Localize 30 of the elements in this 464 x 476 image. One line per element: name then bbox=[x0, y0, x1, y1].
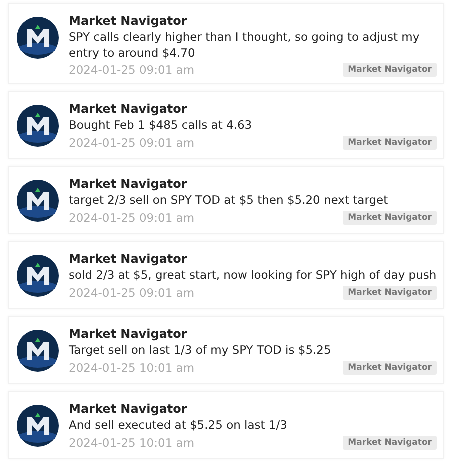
message-text: Target sell on last 1/3 of my SPY TOD is $5.25 bbox=[69, 343, 332, 359]
message-text: And sell executed at $5.25 on last 1/3 bbox=[69, 418, 288, 434]
timestamp: 2024-01-25 09:01 am bbox=[69, 136, 195, 150]
timestamp: 2024-01-25 10:01 am bbox=[69, 436, 195, 450]
author-name: Market Navigator bbox=[69, 177, 188, 192]
logo-icon bbox=[17, 255, 59, 298]
author-tag: Market Navigator bbox=[343, 210, 437, 225]
message-text: target 2/3 sell on SPY TOD at $5 then $5.20 next target bbox=[69, 193, 390, 209]
author-name: Market Navigator bbox=[69, 252, 188, 266]
author-tag: Market Navigator bbox=[343, 63, 437, 78]
author-name: Market Navigator bbox=[69, 14, 188, 28]
timestamp: 2024-01-25 09:01 am bbox=[69, 286, 195, 300]
timestamp: 2024-01-25 10:01 am bbox=[69, 360, 195, 375]
timestamp: 2024-01-25 09:01 am bbox=[69, 210, 195, 225]
logo-icon bbox=[17, 330, 59, 372]
author-name: Market Navigator bbox=[69, 327, 188, 342]
author-name: Market Navigator bbox=[69, 102, 188, 116]
message-text: sold 2/3 at $5, great start, now looking for SPY high of day push bbox=[69, 268, 437, 284]
message-text: SPY calls clearly higher than I thought, so going to adjust my entry to around $4.70 bbox=[69, 30, 421, 62]
logo-icon bbox=[17, 405, 59, 448]
author-tag: Market Navigator bbox=[343, 136, 437, 150]
author-tag: Market Navigator bbox=[343, 360, 437, 375]
author-tag: Market Navigator bbox=[343, 436, 437, 450]
timestamp: 2024-01-25 09:01 am bbox=[69, 63, 195, 78]
author-tag: Market Navigator bbox=[343, 286, 437, 300]
logo-icon bbox=[17, 105, 59, 148]
logo-icon bbox=[17, 180, 59, 222]
message-text: Bought Feb 1 $485 calls at 4.63 bbox=[69, 118, 254, 134]
logo-icon bbox=[17, 17, 59, 59]
author-name: Market Navigator bbox=[69, 402, 188, 416]
